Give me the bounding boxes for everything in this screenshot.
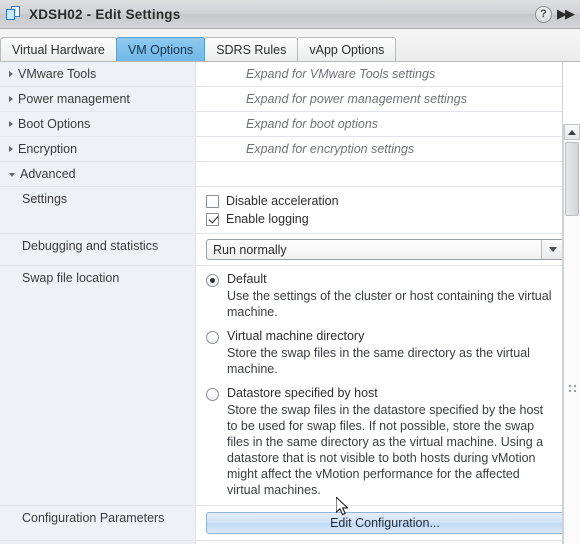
chevron-down-icon[interactable] — [541, 240, 562, 259]
swap-file-label: Swap file location — [22, 271, 120, 285]
vertical-scrollbar[interactable] — [563, 124, 580, 544]
expand-chevrons-icon[interactable]: ▶▶ — [556, 8, 577, 21]
tab-virtual-hardware[interactable]: Virtual Hardware — [0, 37, 117, 61]
row-settings: Settings Disable acceleration Enable log… — [0, 187, 562, 234]
cell-advanced — [196, 162, 562, 186]
label-settings: Settings — [0, 187, 196, 233]
tab-vapp-options[interactable]: vApp Options — [297, 37, 397, 61]
settings-rows: VMware Tools Expand for VMware Tools set… — [0, 62, 563, 544]
debugging-selected-value: Run normally — [213, 242, 287, 257]
chevron-right-icon[interactable] — [9, 121, 13, 127]
cell-configuration-parameters: Edit Configuration... — [196, 506, 562, 540]
cell-encryption: Expand for encryption settings — [196, 137, 562, 161]
cell-boot-options: Expand for boot options — [196, 112, 562, 136]
debugging-label: Debugging and statistics — [22, 239, 159, 253]
radio-title: Default — [227, 272, 267, 286]
titlebar-actions: ? ▶▶ — [535, 5, 577, 23]
label-debugging-statistics: Debugging and statistics — [0, 234, 196, 265]
label-swap-file-location: Swap file location — [0, 266, 196, 505]
row-swap-file-location: Swap file location Default Use the setti… — [0, 266, 562, 506]
row-vmware-tools[interactable]: VMware Tools Expand for VMware Tools set… — [0, 62, 562, 87]
cell-power-management: Expand for power management settings — [196, 87, 562, 111]
settings-label: Settings — [22, 192, 68, 206]
edit-settings-dialog: XDSH02 - Edit Settings ? ▶▶ Virtual Hard… — [0, 0, 580, 544]
section-label: Power management — [18, 92, 130, 106]
scrollbar-track[interactable] — [564, 140, 580, 544]
radio-title: Virtual machine directory — [227, 329, 365, 343]
cell-vmware-tools: Expand for VMware Tools settings — [196, 62, 562, 86]
radio-button[interactable] — [206, 331, 219, 344]
cell-debugging-statistics: Run normally — [196, 234, 562, 265]
section-boot-options[interactable]: Boot Options — [0, 112, 196, 136]
checkbox-box[interactable] — [206, 212, 219, 226]
dialog-titlebar: XDSH02 - Edit Settings ? ▶▶ — [0, 0, 580, 29]
radio-description: Store the swap files in the datastore sp… — [227, 403, 544, 497]
radio-description: Use the settings of the cluster or host … — [227, 289, 552, 319]
resize-grip-icon[interactable] — [569, 385, 576, 392]
radio-description: Store the swap files in the same directo… — [227, 346, 530, 376]
hint-power-management: Expand for power management settings — [246, 92, 467, 106]
checkbox-enable-logging[interactable]: Enable logging — [206, 212, 555, 226]
hint-vmware-tools: Expand for VMware Tools settings — [246, 67, 436, 81]
chevron-right-icon[interactable] — [9, 71, 13, 77]
section-label: Advanced — [20, 167, 76, 181]
section-label: Encryption — [18, 142, 78, 156]
section-label: Boot Options — [18, 117, 91, 131]
radio-button[interactable] — [206, 274, 219, 287]
section-label: VMware Tools — [18, 67, 97, 81]
radio-option-default[interactable]: Default Use the settings of the cluster … — [206, 272, 555, 320]
row-debugging-statistics: Debugging and statistics Run normally — [0, 234, 562, 266]
tab-sdrs-rules[interactable]: SDRS Rules — [204, 37, 299, 61]
tab-vm-options[interactable]: VM Options — [115, 37, 206, 61]
config-params-label: Configuration Parameters — [22, 511, 165, 525]
scroll-up-arrow-icon[interactable] — [564, 124, 580, 140]
radio-option-vm-directory[interactable]: Virtual machine directory Store the swap… — [206, 329, 555, 377]
chevron-down-icon[interactable] — [9, 173, 15, 177]
row-configuration-parameters: Configuration Parameters Edit Configurat… — [0, 506, 562, 541]
checkbox-disable-acceleration[interactable]: Disable acceleration — [206, 194, 555, 208]
cell-settings: Disable acceleration Enable logging — [196, 187, 562, 233]
section-vmware-tools[interactable]: VMware Tools — [0, 62, 196, 86]
settings-content: VMware Tools Expand for VMware Tools set… — [0, 62, 580, 544]
checkbox-box[interactable] — [206, 194, 219, 208]
debugging-dropdown[interactable]: Run normally — [206, 239, 562, 260]
scrollbar-thumb[interactable] — [565, 142, 579, 216]
radio-title: Datastore specified by host — [227, 386, 378, 400]
edit-configuration-button[interactable]: Edit Configuration... — [206, 512, 562, 534]
row-advanced[interactable]: Advanced — [0, 162, 562, 187]
virtual-machine-icon — [6, 6, 22, 22]
swap-file-radio-group: Default Use the settings of the cluster … — [206, 272, 555, 498]
section-advanced[interactable]: Advanced — [0, 162, 196, 186]
radio-button[interactable] — [206, 388, 219, 401]
radio-option-datastore-by-host[interactable]: Datastore specified by host Store the sw… — [206, 386, 555, 498]
section-power-management[interactable]: Power management — [0, 87, 196, 111]
row-power-management[interactable]: Power management Expand for power manage… — [0, 87, 562, 112]
label-configuration-parameters: Configuration Parameters — [0, 506, 196, 540]
hint-boot-options: Expand for boot options — [246, 117, 379, 131]
chevron-right-icon[interactable] — [9, 146, 13, 152]
chevron-right-icon[interactable] — [9, 96, 13, 102]
hint-encryption: Expand for encryption settings — [246, 142, 415, 156]
cell-swap-file-location: Default Use the settings of the cluster … — [196, 266, 562, 505]
row-encryption[interactable]: Encryption Expand for encryption setting… — [0, 137, 562, 162]
section-encryption[interactable]: Encryption — [0, 137, 196, 161]
help-icon[interactable]: ? — [535, 5, 552, 23]
checkbox-label: Enable logging — [226, 212, 309, 226]
checkbox-label: Disable acceleration — [226, 194, 339, 208]
dialog-title: XDSH02 - Edit Settings — [29, 6, 181, 22]
row-boot-options[interactable]: Boot Options Expand for boot options — [0, 112, 562, 137]
tab-strip: Virtual Hardware VM Options SDRS Rules v… — [0, 29, 580, 62]
